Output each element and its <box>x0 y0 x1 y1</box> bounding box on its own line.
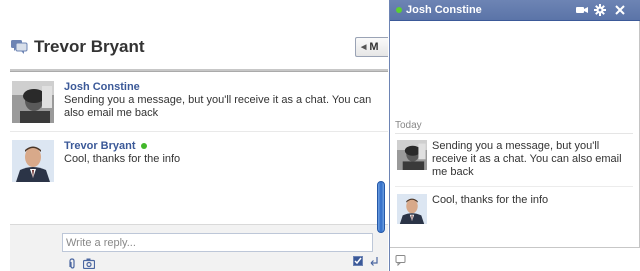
online-status-icon <box>396 7 402 13</box>
caret-left-icon: ◀ <box>361 44 367 51</box>
chat-message-text: Sending you a message, but you'll receiv… <box>432 140 622 178</box>
message-text: Sending you a message, but you'll receiv… <box>64 94 372 119</box>
thread-title: Trevor Bryant <box>34 37 145 56</box>
chat-bubble-icon <box>395 254 407 267</box>
video-camera-icon[interactable] <box>576 4 588 16</box>
chat-header[interactable]: Josh Constine <box>390 0 640 21</box>
message-item: Josh Constine Sending you a message, but… <box>10 81 388 131</box>
chat-message-separator <box>395 186 633 187</box>
sender-name[interactable]: Trevor Bryant <box>64 140 147 152</box>
sender-name-text[interactable]: Trevor Bryant <box>64 140 136 152</box>
day-divider <box>395 133 633 134</box>
press-enter-checkbox[interactable] <box>353 256 363 266</box>
reply-input[interactable] <box>62 233 373 252</box>
chat-window: Josh Constine Today Sending you a messag… <box>389 0 640 271</box>
close-icon[interactable] <box>614 4 626 16</box>
avatar[interactable] <box>397 194 427 224</box>
thread-header: Trevor Bryant <box>10 33 145 61</box>
scrollbar-thumb[interactable] <box>377 181 385 233</box>
reply-composer <box>10 224 388 271</box>
top-strip <box>0 0 388 14</box>
chat-input-bar <box>390 247 640 271</box>
header-divider <box>10 69 388 72</box>
actions-label: M <box>369 41 379 53</box>
enter-arrow-icon <box>369 255 379 267</box>
chat-message-text: Cool, thanks for the info <box>432 194 549 206</box>
paperclip-icon[interactable] <box>66 258 78 269</box>
message-item: Trevor Bryant Cool, thanks for the info <box>10 140 388 190</box>
online-status-icon <box>140 143 147 149</box>
camera-icon[interactable] <box>82 258 96 270</box>
sender-name-text[interactable]: Josh Constine <box>64 81 140 93</box>
message-text: Cool, thanks for the info <box>64 153 181 165</box>
avatar[interactable] <box>397 140 427 170</box>
sender-name[interactable]: Josh Constine <box>64 81 140 93</box>
chat-contact-name[interactable]: Josh Constine <box>406 4 482 16</box>
messages-pane: Trevor Bryant ◀ M Josh Constine Sending … <box>0 0 388 271</box>
avatar[interactable] <box>12 140 54 182</box>
actions-button[interactable]: ◀ M <box>355 37 388 57</box>
message-separator <box>10 131 388 132</box>
chat-bubbles-icon <box>10 38 30 56</box>
chat-message-input[interactable] <box>412 251 632 269</box>
avatar[interactable] <box>12 81 54 123</box>
gear-icon[interactable] <box>594 4 606 16</box>
day-label: Today <box>395 120 422 131</box>
